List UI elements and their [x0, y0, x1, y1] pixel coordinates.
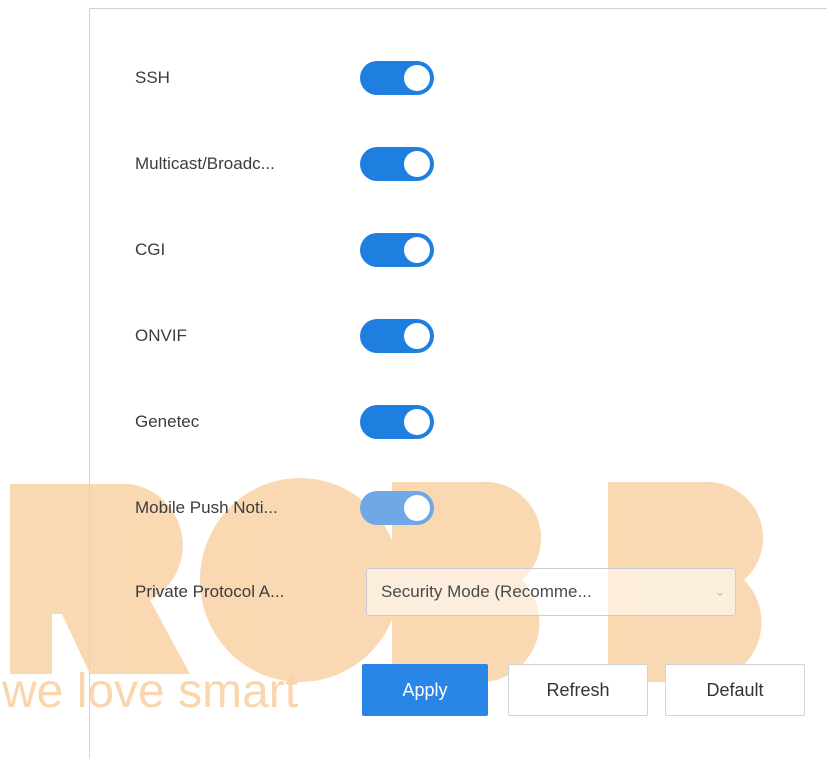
setting-row-private-protocol: Private Protocol A...	[135, 572, 360, 612]
chevron-down-icon: ⌄	[714, 584, 726, 599]
genetec-toggle[interactable]	[360, 405, 434, 439]
setting-row-genetec: Genetec	[135, 402, 434, 442]
setting-row-onvif: ONVIF	[135, 316, 434, 356]
settings-panel	[89, 8, 827, 758]
private-protocol-select[interactable]: Security Mode (Recomme... ⌄	[366, 568, 736, 616]
private-protocol-value: Security Mode (Recomme...	[381, 582, 592, 601]
toggle-knob	[404, 409, 430, 435]
toggle-knob	[404, 237, 430, 263]
setting-label-ssh: SSH	[135, 68, 170, 87]
toggle-knob	[404, 323, 430, 349]
mobile-push-toggle[interactable]	[360, 491, 434, 525]
default-button[interactable]: Default	[665, 664, 805, 716]
setting-label-cgi: CGI	[135, 240, 166, 259]
toggle-knob	[404, 151, 430, 177]
setting-row-mobile-push: Mobile Push Noti...	[135, 488, 434, 528]
cgi-toggle[interactable]	[360, 233, 434, 267]
setting-row-multicast: Multicast/Broadc...	[135, 144, 434, 184]
toggle-knob	[404, 65, 430, 91]
setting-label-onvif: ONVIF	[135, 326, 187, 345]
setting-label-multicast: Multicast/Broadc...	[135, 154, 275, 173]
ssh-toggle[interactable]	[360, 61, 434, 95]
toggle-knob	[404, 495, 430, 521]
setting-row-cgi: CGI	[135, 230, 434, 270]
setting-label-genetec: Genetec	[135, 412, 200, 431]
multicast-toggle[interactable]	[360, 147, 434, 181]
setting-label-mobile-push: Mobile Push Noti...	[135, 498, 278, 517]
watermark-tagline: we love smart	[2, 665, 299, 718]
refresh-button[interactable]: Refresh	[508, 664, 648, 716]
setting-row-ssh: SSH	[135, 58, 434, 98]
onvif-toggle[interactable]	[360, 319, 434, 353]
apply-button[interactable]: Apply	[362, 664, 488, 716]
network-services-page: we love smart SSH Multicast/Broadc... CG…	[0, 0, 827, 758]
setting-label-private-protocol: Private Protocol A...	[135, 582, 285, 601]
